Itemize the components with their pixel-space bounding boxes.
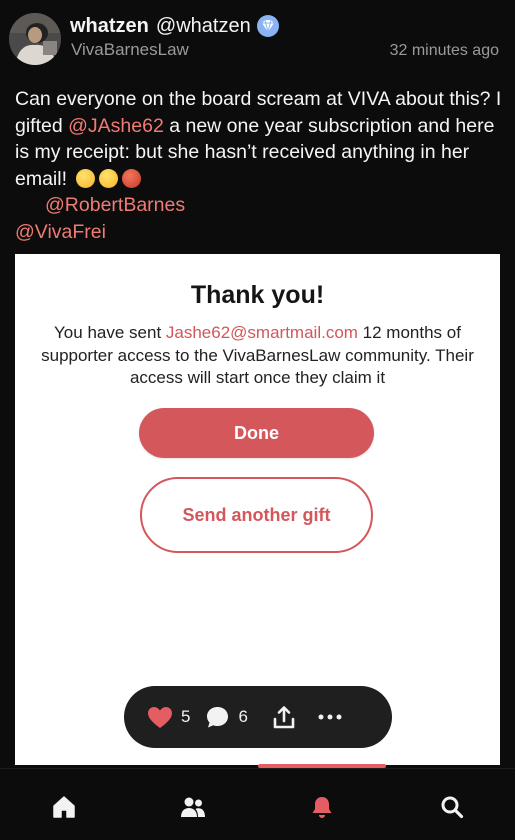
verified-badge-icon xyxy=(256,14,280,38)
search-icon xyxy=(441,796,464,819)
face-with-raised-eyebrow-icon xyxy=(76,168,96,188)
face-with-monocle-icon xyxy=(99,168,119,188)
avatar-image xyxy=(9,13,61,65)
more-options-button[interactable] xyxy=(318,714,342,720)
nav-notifications[interactable] xyxy=(309,794,335,820)
people-icon xyxy=(181,797,205,817)
mention-link[interactable]: @VivaFrei xyxy=(15,221,106,243)
comment-button[interactable]: 6 xyxy=(205,705,248,730)
share-button[interactable] xyxy=(272,705,296,730)
bottom-nav xyxy=(0,768,515,840)
bell-icon xyxy=(312,796,332,818)
heart-icon xyxy=(148,706,172,728)
recipient-email: Jashe62@smartmail.com xyxy=(165,323,358,342)
like-count: 5 xyxy=(181,707,191,726)
post-body: Can everyone on the board scream at VIVA… xyxy=(15,86,505,245)
receipt-text-part: You have sent xyxy=(54,323,166,342)
post-timestamp: 32 minutes ago xyxy=(389,42,499,59)
done-button: Done xyxy=(139,408,374,458)
mention-link[interactable]: @JAshe62 xyxy=(68,115,164,137)
community-name[interactable]: VivaBarnesLaw xyxy=(71,40,189,60)
more-icon xyxy=(318,714,342,720)
user-handle[interactable]: @whatzen xyxy=(156,15,251,38)
share-icon xyxy=(273,705,295,728)
nav-home[interactable] xyxy=(51,794,77,820)
like-button[interactable]: 5 xyxy=(147,706,190,729)
avatar[interactable] xyxy=(9,13,61,65)
receipt-title: Thank you! xyxy=(190,281,325,309)
send-another-gift-button: Send another gift xyxy=(140,477,373,553)
comment-icon xyxy=(207,706,229,727)
receipt-message: You have sent Jashe62@smartmail.com 12 m… xyxy=(29,322,486,390)
post-author[interactable]: whatzen @whatzen xyxy=(70,13,280,39)
face-with-symbols-on-mouth-icon xyxy=(122,168,142,188)
post-action-bar: 5 6 xyxy=(124,686,392,748)
mention-link[interactable]: @RobertBarnes xyxy=(45,194,185,216)
nav-people[interactable] xyxy=(180,794,206,820)
display-name[interactable]: whatzen xyxy=(70,15,149,38)
comment-count: 6 xyxy=(238,707,248,726)
home-icon xyxy=(53,796,75,818)
nav-search[interactable] xyxy=(439,794,465,820)
